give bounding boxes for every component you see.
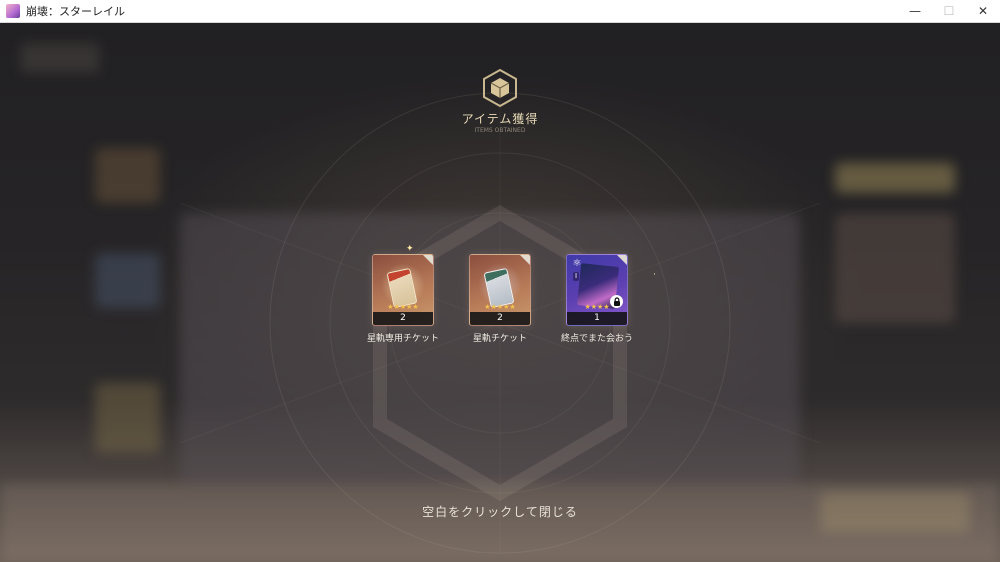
reward-item[interactable]: ⚛ I ★★★★ 1 終点でまた会おう: [552, 254, 642, 344]
item-card[interactable]: ★★★★★ 2: [469, 254, 531, 326]
window-titlebar: 崩壊：スターレイル — ☐ ✕: [0, 0, 1000, 23]
close-window-button[interactable]: ✕: [966, 0, 1000, 22]
item-name: 星軌チケット: [472, 334, 527, 344]
item-box-icon: [483, 68, 517, 108]
rarity-stars: ★★★★: [584, 303, 610, 311]
item-card[interactable]: ⚛ I ★★★★ 1: [566, 254, 628, 326]
rank-badge: I: [573, 272, 579, 281]
window-controls: — ☐ ✕: [898, 0, 1000, 22]
app-icon: [6, 4, 20, 18]
maximize-button[interactable]: ☐: [932, 0, 966, 22]
card-corner: [520, 255, 530, 265]
reward-item[interactable]: ★★★★★ 2 星軌チケット: [455, 254, 545, 344]
rarity-stars: ★★★★★: [484, 303, 516, 311]
item-count: 2: [373, 312, 433, 325]
close-hint: 空白をクリックして閉じる: [422, 505, 578, 519]
item-count: 1: [567, 312, 627, 325]
reward-item[interactable]: ★★★★★ 2 星軌専用チケット: [358, 254, 448, 344]
item-name: 終点でまた会おう: [560, 334, 633, 344]
rarity-stars: ★★★★★: [387, 303, 419, 311]
dialog-subtitle: ITEMS OBTAINED: [474, 127, 526, 134]
item-count: 2: [470, 312, 530, 325]
window-title: 崩壊：スターレイル: [26, 5, 125, 18]
card-corner: [617, 255, 627, 265]
sparkle-icon: ·: [653, 270, 656, 280]
sparkle-icon: ✦: [406, 244, 414, 254]
item-card[interactable]: ★★★★★ 2: [372, 254, 434, 326]
item-name: 星軌専用チケット: [366, 334, 439, 344]
dialog-title: アイテム獲得: [461, 112, 539, 126]
game-scene[interactable]: アイテム獲得 ITEMS OBTAINED ★★★★★ 2 星軌専用チケット ★…: [0, 23, 1000, 562]
minimize-button[interactable]: —: [898, 0, 932, 22]
path-icon: ⚛: [572, 258, 582, 269]
card-corner: [423, 255, 433, 265]
